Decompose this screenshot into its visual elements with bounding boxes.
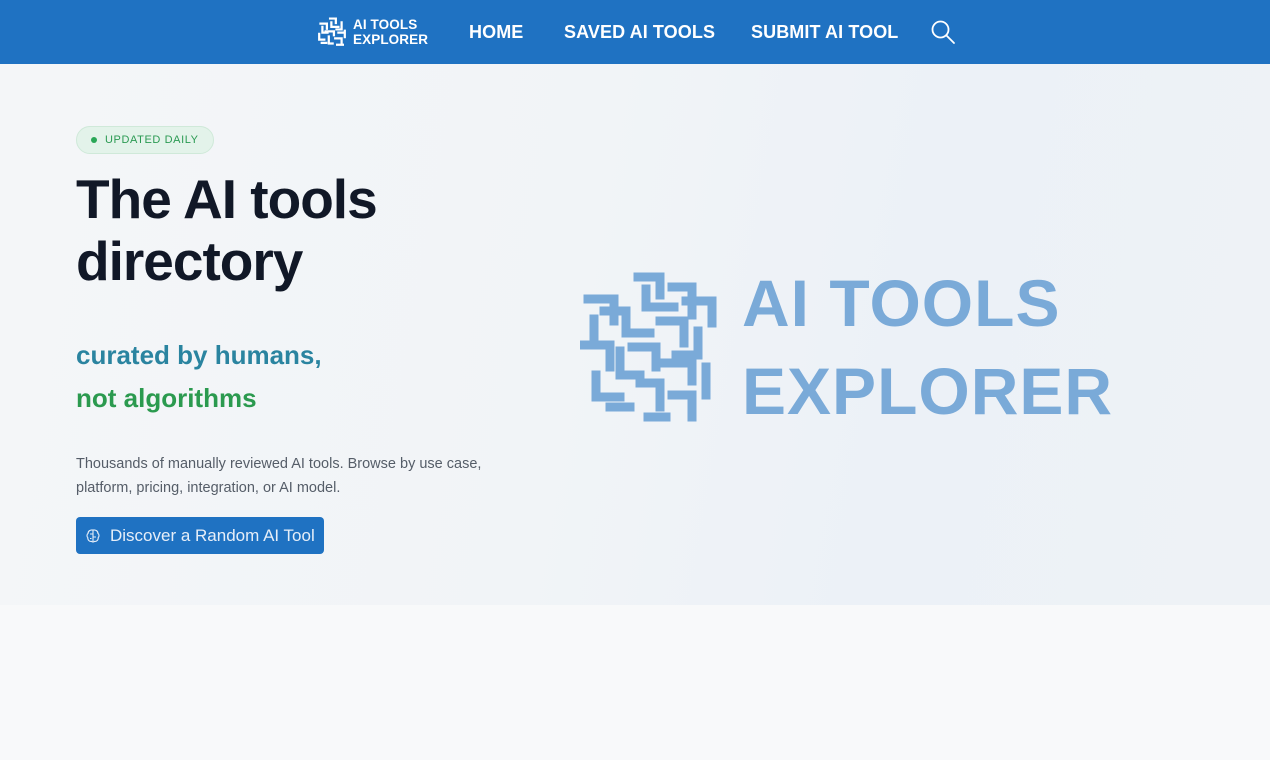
hero-logo: AI TOOLS EXPLORER (580, 259, 1113, 435)
title-line-1: The AI tools (76, 168, 378, 230)
updated-daily-badge: UPDATED DAILY (76, 126, 214, 154)
maze-logo-icon (318, 17, 346, 46)
content-area (0, 605, 1270, 760)
navbar: AI TOOLS EXPLORER HOME SAVED AI TOOLS SU… (0, 0, 1270, 64)
tagline: curated by humans, not algorithms (76, 334, 322, 420)
maze-logo-icon (580, 272, 717, 422)
hero-section: UPDATED DAILY The AI tools directory cur… (0, 64, 1270, 605)
hero-logo-line-1: AI TOOLS (742, 266, 1061, 340)
hero-logo-text: AI TOOLS EXPLORER (742, 259, 1113, 435)
brand-line-2: EXPLORER (353, 32, 429, 47)
hero-logo-line-2: EXPLORER (742, 354, 1114, 428)
search-icon[interactable] (929, 18, 957, 46)
nav-link-home[interactable]: HOME (469, 21, 523, 43)
tagline-line-1: curated by humans, (76, 340, 322, 370)
discover-random-tool-button[interactable]: Discover a Random AI Tool (76, 517, 324, 554)
brain-icon (86, 528, 100, 543)
cta-label: Discover a Random AI Tool (110, 525, 315, 545)
status-dot-icon (91, 137, 97, 143)
nav-link-submit-ai-tool[interactable]: SUBMIT AI TOOL (751, 21, 898, 43)
brand-name: AI TOOLS EXPLORER (353, 17, 428, 47)
nav-link-saved-ai-tools[interactable]: SAVED AI TOOLS (564, 21, 715, 43)
badge-text: UPDATED DAILY (105, 134, 199, 146)
tagline-line-2: not algorithms (76, 383, 257, 413)
brand-line-1: AI TOOLS (353, 17, 418, 32)
title-line-2: directory (76, 230, 303, 292)
hero-description: Thousands of manually reviewed AI tools.… (76, 456, 482, 496)
brand-logo-link[interactable]: AI TOOLS EXPLORER (316, 15, 428, 49)
page-title: The AI tools directory (76, 168, 496, 292)
